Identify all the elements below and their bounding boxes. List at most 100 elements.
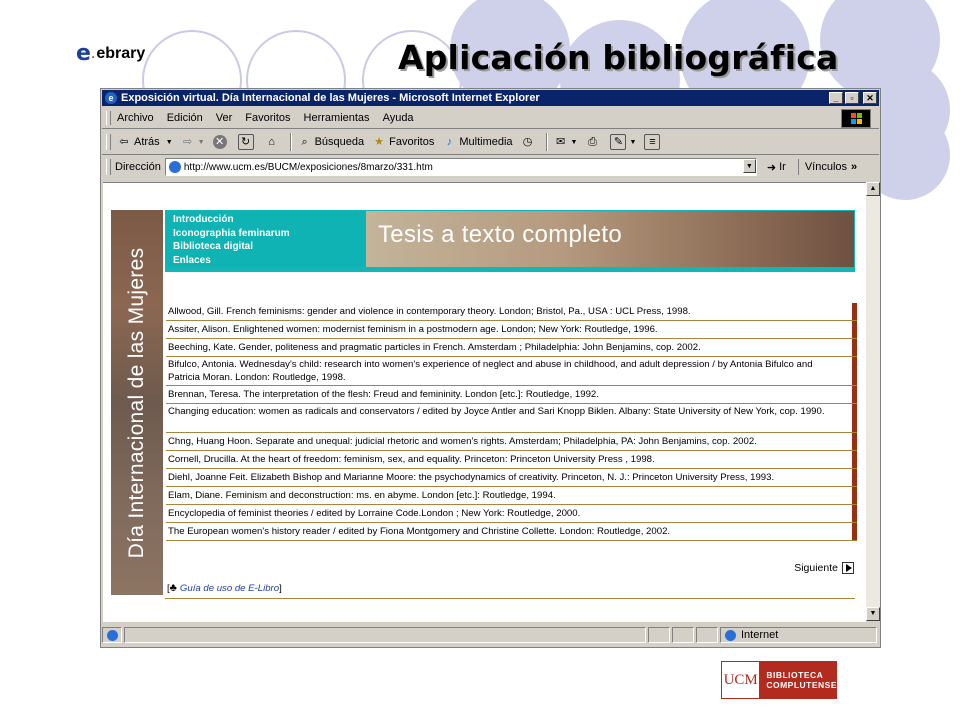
toolbar-grip[interactable] xyxy=(106,134,111,150)
toolbar-separator xyxy=(289,133,292,151)
mail-icon: ✉ xyxy=(555,136,566,148)
toolbar-grip[interactable] xyxy=(106,111,111,125)
address-url: http://www.ucm.es/BUCM/exposiciones/8mar… xyxy=(183,161,433,173)
scroll-up-icon[interactable]: ▲ xyxy=(866,182,880,196)
toolbar-grip[interactable] xyxy=(106,159,111,175)
status-bar: Internet xyxy=(102,625,879,645)
links-label[interactable]: Vínculos xyxy=(805,161,847,173)
nav-link-enlaces[interactable]: Enlaces xyxy=(173,254,366,268)
search-icon: ⌕ xyxy=(301,136,308,148)
ucm-library-logo: UCM BIBLIOTECA COMPLUTENSE xyxy=(721,661,837,699)
forward-arrow-icon: ⇨ xyxy=(183,136,193,148)
browser-window: e Exposición virtual. Día Internacional … xyxy=(100,88,881,648)
refresh-button[interactable]: ↻ xyxy=(237,134,257,150)
page-content: Día Internacional de las Mujeres Introdu… xyxy=(103,182,866,622)
dropdown-arrow-icon[interactable]: ▼ xyxy=(166,139,173,146)
menu-archivo[interactable]: Archivo xyxy=(117,112,154,124)
go-button[interactable]: ➜ Ir xyxy=(767,161,786,174)
back-button[interactable]: ⇦ Atrás ▼ xyxy=(117,135,173,149)
section-banner: Tesis a texto completo xyxy=(366,211,854,267)
favorites-label: Favoritos xyxy=(389,136,435,148)
search-button[interactable]: ⌕ Búsqueda xyxy=(298,135,364,149)
nav-link-iconographia[interactable]: Iconographia feminarum xyxy=(173,227,366,241)
ucm-logo-line2: COMPLUTENSE xyxy=(766,680,837,690)
mail-button[interactable]: ✉ ▼ xyxy=(554,135,578,149)
edit-icon: ✎ xyxy=(610,134,627,150)
ebrary-logo: e. ebrary xyxy=(76,41,146,66)
address-input[interactable]: http://www.ucm.es/BUCM/exposiciones/8mar… xyxy=(164,158,757,176)
menu-favoritos[interactable]: Favoritos xyxy=(245,112,290,124)
bib-item[interactable]: Encyclopedia of feminist theories / edit… xyxy=(166,505,857,523)
bib-item[interactable]: Chng, Huang Hoon. Separate and unequal: … xyxy=(166,433,857,451)
history-button[interactable]: ◷ xyxy=(521,135,538,149)
history-icon: ◷ xyxy=(522,136,533,148)
bibliography-list: Allwood, Gill. French feminisms: gender … xyxy=(166,303,857,541)
bib-item[interactable]: Diehl, Joanne Feit. Elizabeth Bishop and… xyxy=(166,469,857,487)
home-button[interactable]: ⌂ xyxy=(265,135,282,149)
minimize-button[interactable]: _ xyxy=(829,92,843,104)
bib-item[interactable]: Beeching, Kate. Gender, politeness and p… xyxy=(166,339,857,357)
stop-button[interactable]: ✕ xyxy=(212,135,230,149)
next-page-link[interactable]: Siguiente xyxy=(794,562,854,574)
go-label: Ir xyxy=(779,161,786,173)
go-arrow-icon: ➜ xyxy=(766,161,777,174)
toolbar-separator xyxy=(797,159,799,175)
print-button[interactable]: ⎙ xyxy=(585,135,602,149)
favorites-button[interactable]: ★ Favoritos xyxy=(372,135,434,149)
menu-ver[interactable]: Ver xyxy=(216,112,233,124)
guide-link-row: [ ♣ Guía de uso de E-Libro ] xyxy=(167,582,282,594)
back-arrow-icon: ⇦ xyxy=(119,136,129,148)
security-zone: Internet xyxy=(720,627,877,643)
close-button[interactable]: ✕ xyxy=(863,92,877,104)
bib-item[interactable]: Elam, Diane. Feminism and deconstruction… xyxy=(166,487,857,505)
status-cell xyxy=(696,627,718,643)
dropdown-arrow-icon[interactable]: ▼ xyxy=(629,139,636,146)
menu-ayuda[interactable]: Ayuda xyxy=(383,112,414,124)
multimedia-button[interactable]: ♪ Multimedia xyxy=(442,135,513,149)
stop-icon: ✕ xyxy=(212,135,227,149)
bib-item[interactable]: Bifulco, Antonia. Wednesday's child: res… xyxy=(166,357,857,386)
globe-icon xyxy=(725,629,736,641)
window-title: Exposición virtual. Día Internacional de… xyxy=(121,92,540,104)
bib-item[interactable]: Changing education: women as radicals an… xyxy=(166,404,857,433)
forward-button[interactable]: ⇨ ▼ xyxy=(181,135,205,149)
guide-link[interactable]: Guía de uso de E-Libro xyxy=(180,583,279,594)
nav-link-introduccion[interactable]: Introducción xyxy=(173,213,366,227)
bib-item[interactable]: The European women's history reader / ed… xyxy=(166,523,857,541)
dropdown-arrow-icon[interactable]: ▼ xyxy=(571,139,578,146)
discuss-button[interactable]: ≡ xyxy=(644,134,663,150)
nav-link-biblioteca-digital[interactable]: Biblioteca digital xyxy=(173,240,366,254)
discuss-icon: ≡ xyxy=(644,134,661,150)
address-dropdown-icon[interactable]: ▼ xyxy=(742,159,756,173)
address-label: Dirección xyxy=(115,161,161,173)
chevron-right-icon[interactable]: » xyxy=(851,161,857,173)
slide-title: Aplicación bibliográfica xyxy=(398,38,839,77)
dropdown-arrow-icon[interactable]: ▼ xyxy=(198,139,205,146)
standard-toolbar: ⇦ Atrás ▼ ⇨ ▼ ✕ ↻ ⌂ ⌕ Búsqueda ★ Favoritos ♪ M… xyxy=(102,130,879,155)
home-icon: ⌂ xyxy=(268,136,275,148)
ebrary-logo-mark: e xyxy=(76,41,91,66)
status-text xyxy=(124,627,646,643)
status-cell xyxy=(672,627,694,643)
section-title: Tesis a texto completo xyxy=(378,221,623,248)
bib-item[interactable]: Cornell, Drucilla. At the heart of freed… xyxy=(166,451,857,469)
browser-titlebar: e Exposición virtual. Día Internacional … xyxy=(102,90,879,106)
maximize-button[interactable]: ▫ xyxy=(845,92,859,104)
address-bar: Dirección http://www.ucm.es/BUCM/exposic… xyxy=(102,156,879,178)
bib-item[interactable]: Assiter, Alison. Enlightened women: mode… xyxy=(166,321,857,339)
zone-label: Internet xyxy=(741,629,779,641)
ebrary-logo-text: ebrary xyxy=(96,45,146,62)
ucm-mark: UCM xyxy=(721,661,761,699)
menu-herramientas[interactable]: Herramientas xyxy=(304,112,370,124)
bib-item[interactable]: Brennan, Teresa. The interpretation of t… xyxy=(166,386,857,404)
bib-item[interactable]: Allwood, Gill. French feminisms: gender … xyxy=(166,303,857,321)
vertical-scrollbar[interactable]: ▲ ▼ xyxy=(866,182,880,621)
scroll-down-icon[interactable]: ▼ xyxy=(866,607,880,621)
edit-button[interactable]: ✎ ▼ xyxy=(610,134,636,150)
multimedia-icon: ♪ xyxy=(446,136,453,148)
favorites-icon: ★ xyxy=(374,136,385,148)
page-status-icon xyxy=(102,627,122,643)
windows-flag-icon xyxy=(841,109,871,128)
page-icon xyxy=(168,161,181,173)
menu-edicion[interactable]: Edición xyxy=(167,112,203,124)
